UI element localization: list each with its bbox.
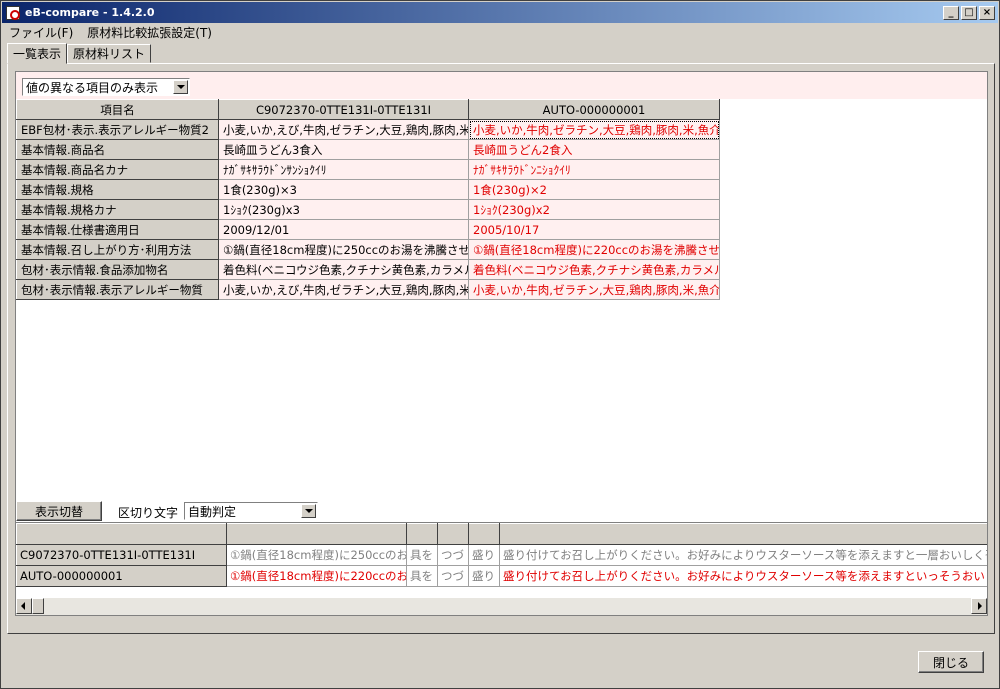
delimiter-label: 区切り文字 <box>118 506 179 520</box>
table-row[interactable]: EBF包材･表示.表示アレルギー物質2 小麦,いか,えび,牛肉,ゼラチン,大豆,… <box>16 119 720 140</box>
table-row[interactable]: 基本情報.商品名 長崎皿うどん3食入 長崎皿うどん2食入 <box>16 139 720 160</box>
table-row[interactable]: C9072370-0TTE131I-0TTE131I ①鍋(直径18cm程度)に… <box>16 544 987 566</box>
cell-value-a[interactable]: ﾅｶﾞｻｷｻﾗｳﾄﾞﾝｻﾝｼｮｸｲﾘ <box>218 159 469 180</box>
row-label: 包材･表示情報.表示アレルギー物質 <box>16 279 219 300</box>
cell-value-a[interactable]: ①鍋(直径18cm程度)に250ccのお湯を沸騰させ <box>218 239 469 260</box>
detail-cell[interactable]: つづ <box>437 565 469 587</box>
detail-cell[interactable]: 盛り <box>468 565 500 587</box>
window-title: eB-compare - 1.4.2.0 <box>25 6 155 19</box>
filter-bar: 値の異なる項目のみ表示 <box>16 72 987 99</box>
detail-header-cell[interactable] <box>437 523 469 545</box>
cell-value-a[interactable]: 小麦,いか,えび,牛肉,ゼラチン,大豆,鶏肉,豚肉,米,ﾘ <box>218 279 469 300</box>
detail-header-cell[interactable] <box>226 523 407 545</box>
horizontal-scrollbar[interactable] <box>16 598 987 615</box>
column-header-product-a[interactable]: C9072370-0TTE131I-0TTE131I <box>218 99 469 120</box>
cell-value-a[interactable]: 2009/12/01 <box>218 219 469 240</box>
table-row[interactable]: 基本情報.仕様書適用日 2009/12/01 2005/10/17 <box>16 219 720 240</box>
detail-cell[interactable]: 具を <box>406 565 438 587</box>
comparison-grid-area: 値の異なる項目のみ表示 項目名 C9072370-0TTE131I-0TTE13… <box>15 71 988 543</box>
maximize-button[interactable]: □ <box>961 5 977 20</box>
cell-value-a[interactable]: 1ｼｮｸ(230g)x3 <box>218 199 469 220</box>
tab-material-list[interactable]: 原材料リスト <box>67 44 152 63</box>
filter-select-value: 値の異なる項目のみ表示 <box>26 80 159 95</box>
tab-strip: 一覧表示 原材料リスト <box>7 43 152 64</box>
cell-value-b[interactable]: 1ｼｮｸ(230g)x2 <box>468 199 720 220</box>
scroll-track[interactable] <box>44 598 971 615</box>
detail-grid-area: C9072370-0TTE131I-0TTE131I ①鍋(直径18cm程度)に… <box>15 522 988 616</box>
row-label: 基本情報.規格 <box>16 179 219 200</box>
row-label: 包材･表示情報.食品添加物名 <box>16 259 219 280</box>
chevron-down-icon[interactable] <box>173 80 188 94</box>
app-window: eB-compare - 1.4.2.0 _ □ × ファイル(F) 原材料比較… <box>0 0 1000 689</box>
filter-select[interactable]: 値の異なる項目のみ表示 <box>22 78 190 96</box>
scroll-left-icon[interactable] <box>16 598 32 614</box>
cell-value-a[interactable]: 長崎皿うどん3食入 <box>218 139 469 160</box>
row-label: EBF包材･表示.表示アレルギー物質2 <box>16 119 219 140</box>
detail-row-id: C9072370-0TTE131I-0TTE131I <box>16 544 227 566</box>
title-bar[interactable]: eB-compare - 1.4.2.0 _ □ × <box>2 2 998 23</box>
delimiter-select-value: 自動判定 <box>188 504 237 519</box>
detail-table: C9072370-0TTE131I-0TTE131I ①鍋(直径18cm程度)に… <box>16 523 987 587</box>
detail-cell[interactable]: 具を <box>406 544 438 566</box>
scroll-thumb[interactable] <box>32 598 44 614</box>
table-row[interactable]: AUTO-000000001 ①鍋(直径18cm程度)に220ccのお 具を つ… <box>16 565 987 587</box>
cell-value-a[interactable]: 小麦,いか,えび,牛肉,ゼラチン,大豆,鶏肉,豚肉,米,ﾘ <box>218 119 469 140</box>
menu-file[interactable]: ファイル(F) <box>2 24 80 41</box>
scroll-right-icon[interactable] <box>971 598 987 614</box>
detail-header-row <box>16 523 987 545</box>
toggle-view-button[interactable]: 表示切替 <box>16 501 102 521</box>
menu-material-compare-settings[interactable]: 原材料比較拡張設定(T) <box>80 24 219 41</box>
row-label: 基本情報.規格カナ <box>16 199 219 220</box>
cell-value-b[interactable]: 2005/10/17 <box>468 219 720 240</box>
comparison-table: 項目名 C9072370-0TTE131I-0TTE131I AUTO-0000… <box>16 99 720 300</box>
cell-value-b[interactable]: 着色料(ベニコウジ色素,クチナシ黄色素,カラメル <box>468 259 720 280</box>
detail-cell[interactable]: 盛り付けてお召し上がりください。お好みによりウスターソース等を添えますといっそう… <box>499 565 987 587</box>
cell-value-a[interactable]: 1食(230g)×3 <box>218 179 469 200</box>
detail-header-cell[interactable] <box>406 523 438 545</box>
table-row[interactable]: 包材･表示情報.表示アレルギー物質 小麦,いか,えび,牛肉,ゼラチン,大豆,鶏肉… <box>16 279 720 300</box>
detail-cell[interactable]: 盛り付けてお召し上がりください。お好みによりウスターソース等を添えますと一層おい… <box>499 544 987 566</box>
detail-cell[interactable]: つづ <box>437 544 469 566</box>
cell-value-a[interactable]: 着色料(ベニコウジ色素,クチナシ黄色素,カラメル <box>218 259 469 280</box>
detail-header-cell[interactable] <box>468 523 500 545</box>
app-icon <box>6 5 20 20</box>
cell-value-b[interactable]: 小麦,いか,牛肉,ゼラチン,大豆,鶏肉,豚肉,米,魚介ﾘ <box>468 279 720 300</box>
detail-cell[interactable]: ①鍋(直径18cm程度)に220ccのお <box>226 565 407 587</box>
table-row[interactable]: 基本情報.規格カナ 1ｼｮｸ(230g)x3 1ｼｮｸ(230g)x2 <box>16 199 720 220</box>
table-row[interactable]: 基本情報.商品名カナ ﾅｶﾞｻｷｻﾗｳﾄﾞﾝｻﾝｼｮｸｲﾘ ﾅｶﾞｻｷｻﾗｳﾄﾞ… <box>16 159 720 180</box>
table-row[interactable]: 基本情報.規格 1食(230g)×3 1食(230g)×2 <box>16 179 720 200</box>
table-row[interactable]: 基本情報.召し上がり方･利用方法 ①鍋(直径18cm程度)に250ccのお湯を沸… <box>16 239 720 260</box>
tab-list-view[interactable]: 一覧表示 <box>7 43 68 64</box>
row-label: 基本情報.商品名 <box>16 139 219 160</box>
chevron-down-icon[interactable] <box>301 504 316 518</box>
menu-bar: ファイル(F) 原材料比較拡張設定(T) <box>2 23 998 41</box>
close-window-button[interactable]: × <box>979 5 995 20</box>
cell-value-b[interactable]: 長崎皿うどん2食入 <box>468 139 720 160</box>
column-header-product-b[interactable]: AUTO-000000001 <box>468 99 720 120</box>
cell-value-b[interactable]: 小麦,いか,牛肉,ゼラチン,大豆,鶏肉,豚肉,米,魚介ﾘ <box>468 119 720 140</box>
detail-cell[interactable]: 盛り <box>468 544 500 566</box>
cell-value-b[interactable]: ①鍋(直径18cm程度)に220ccのお湯を沸騰させ <box>468 239 720 260</box>
minimize-button[interactable]: _ <box>943 5 959 20</box>
tab-panel: 値の異なる項目のみ表示 項目名 C9072370-0TTE131I-0TTE13… <box>7 63 995 634</box>
row-label: 基本情報.商品名カナ <box>16 159 219 180</box>
column-header-item-name[interactable]: 項目名 <box>16 99 219 120</box>
delimiter-select[interactable]: 自動判定 <box>184 502 318 520</box>
row-label: 基本情報.仕様書適用日 <box>16 219 219 240</box>
detail-row-id: AUTO-000000001 <box>16 565 227 587</box>
cell-value-b[interactable]: 1食(230g)×2 <box>468 179 720 200</box>
table-row[interactable]: 包材･表示情報.食品添加物名 着色料(ベニコウジ色素,クチナシ黄色素,カラメル … <box>16 259 720 280</box>
cell-value-b[interactable]: ﾅｶﾞｻｷｻﾗｳﾄﾞﾝﾆｼｮｸｲﾘ <box>468 159 720 180</box>
detail-cell[interactable]: ①鍋(直径18cm程度)に250ccのお <box>226 544 407 566</box>
row-label: 基本情報.召し上がり方･利用方法 <box>16 239 219 260</box>
detail-header-cell[interactable] <box>499 523 987 545</box>
close-button[interactable]: 閉じる <box>918 651 984 673</box>
detail-header-cell[interactable] <box>16 523 227 545</box>
